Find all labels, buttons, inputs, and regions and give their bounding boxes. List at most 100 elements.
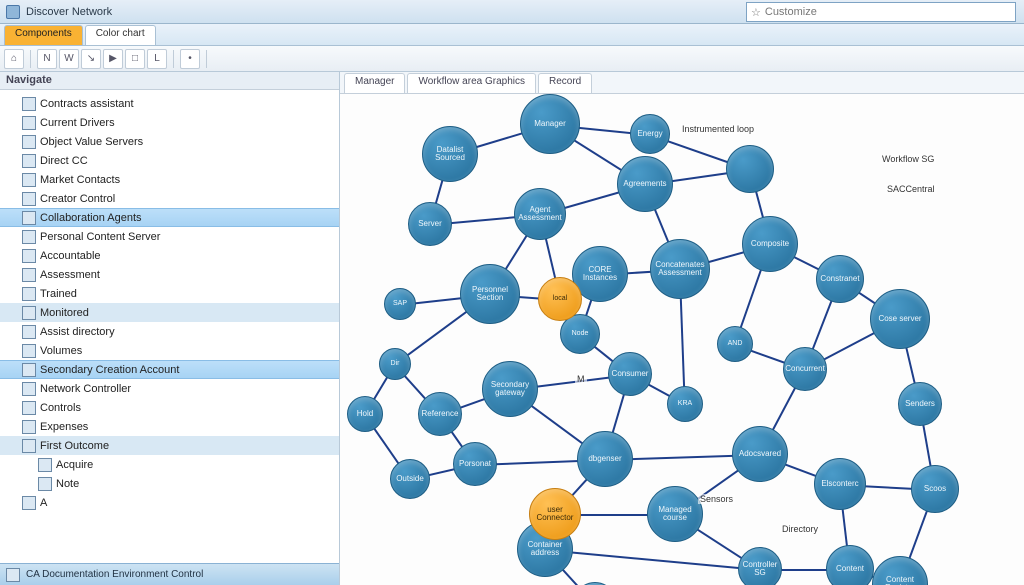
tree-item-icon: [22, 97, 36, 111]
graph-node[interactable]: Concurrent: [783, 347, 827, 391]
graph-node[interactable]: Personnel Section: [460, 264, 520, 324]
graph-node[interactable]: Content: [826, 545, 874, 585]
tree-item[interactable]: Direct CC: [0, 151, 339, 170]
tree-item[interactable]: Assist directory: [0, 322, 339, 341]
graph-node[interactable]: Composite: [742, 216, 798, 272]
tree-item[interactable]: Personal Content Server: [0, 227, 339, 246]
search-placeholder: Customize: [765, 6, 817, 18]
tree-item-label: Current Drivers: [40, 117, 115, 129]
graph-node[interactable]: [726, 145, 774, 193]
sidebar-header: Navigate: [0, 72, 339, 90]
graph-node[interactable]: Managed course: [647, 486, 703, 542]
tree-item[interactable]: Volumes: [0, 341, 339, 360]
tree-item[interactable]: Current Drivers: [0, 113, 339, 132]
tab-label: Components: [15, 28, 72, 39]
tool-home-icon[interactable]: ⌂: [4, 49, 24, 69]
graph-node-highlight[interactable]: local: [538, 277, 582, 321]
tool-rect-icon[interactable]: □: [125, 49, 145, 69]
graph-node[interactable]: Controller SG: [738, 547, 782, 585]
graph-node[interactable]: Reference: [418, 392, 462, 436]
tree-item[interactable]: Expenses: [0, 417, 339, 436]
graph-node[interactable]: Manager: [520, 94, 580, 154]
network-graph[interactable]: Datalist Sourced Manager Server Agent Asses…: [340, 94, 1024, 585]
tree-item[interactable]: Accountable: [0, 246, 339, 265]
tab-components[interactable]: Components: [4, 25, 83, 45]
tree-item[interactable]: Trained: [0, 284, 339, 303]
tree-item[interactable]: Note: [0, 474, 339, 493]
tree-item-icon: [22, 173, 36, 187]
tree-item-label: Network Controller: [40, 383, 131, 395]
toolbar-separator: [30, 50, 31, 68]
view-tab-strip: Manager Workflow area Graphics Record: [340, 72, 1024, 94]
graph-node[interactable]: KRA: [667, 386, 703, 422]
tree-item-label: Monitored: [40, 307, 89, 319]
tree-item[interactable]: Assessment: [0, 265, 339, 284]
tree-item-icon: [22, 268, 36, 282]
tree-item[interactable]: First Outcome: [0, 436, 339, 455]
graph-node[interactable]: Consumer: [608, 352, 652, 396]
tree-item-icon: [22, 363, 36, 377]
view-tab-manager[interactable]: Manager: [344, 73, 405, 93]
graph-node-highlight[interactable]: user Connector: [529, 488, 581, 540]
sidebar-footer-label: CA Documentation Environment Control: [26, 569, 203, 580]
graph-node[interactable]: SAP: [384, 288, 416, 320]
graph-node[interactable]: Energy: [630, 114, 670, 154]
graph-canvas-area: Manager Workflow area Graphics Record Da…: [340, 72, 1024, 585]
tree-item-label: Market Contacts: [40, 174, 120, 186]
graph-node[interactable]: Adocsvared: [732, 426, 788, 482]
tree-item[interactable]: Creator Control: [0, 189, 339, 208]
tree-item[interactable]: Monitored: [0, 303, 339, 322]
tree-item[interactable]: Acquire: [0, 455, 339, 474]
tree-item[interactable]: Contracts assistant: [0, 94, 339, 113]
sidebar-footer-bar[interactable]: CA Documentation Environment Control: [0, 563, 339, 585]
tab-color-chart[interactable]: Color chart: [85, 25, 156, 45]
graph-node[interactable]: Scoos: [911, 465, 959, 513]
graph-node[interactable]: Cose server: [870, 289, 930, 349]
graph-node[interactable]: Outside: [390, 459, 430, 499]
graph-node[interactable]: dbgenser: [577, 431, 633, 487]
graph-node[interactable]: Agent Assessment: [514, 188, 566, 240]
toolbar-separator: [173, 50, 174, 68]
tree-view[interactable]: Contracts assistant Current Drivers Object…: [0, 90, 339, 516]
tool-l[interactable]: L: [147, 49, 167, 69]
graph-node[interactable]: Porsonat: [453, 442, 497, 486]
tree-item-icon: [22, 287, 36, 301]
graph-node[interactable]: Server: [408, 202, 452, 246]
graph-node[interactable]: AND: [717, 326, 753, 362]
tree-item[interactable]: Controls: [0, 398, 339, 417]
tree-item-icon: [22, 420, 36, 434]
window-titlebar: Discover Network ☆ Customize: [0, 0, 1024, 24]
graph-free-label: Workflow SG: [880, 154, 936, 164]
tool-dot-icon[interactable]: •: [180, 49, 200, 69]
tree-item-label: Assist directory: [40, 326, 115, 338]
tree-item[interactable]: Collaboration Agents: [0, 208, 339, 227]
tree-item-label: Acquire: [56, 459, 93, 471]
tree-item[interactable]: Market Contacts: [0, 170, 339, 189]
graph-node[interactable]: Secondary gateway: [482, 361, 538, 417]
graph-node[interactable]: Constranet: [816, 255, 864, 303]
tool-play-icon[interactable]: ▶: [103, 49, 123, 69]
tree-item-icon: [38, 458, 52, 472]
tool-w[interactable]: W: [59, 49, 79, 69]
view-tab-record[interactable]: Record: [538, 73, 592, 93]
graph-node[interactable]: Elsconterc: [814, 458, 866, 510]
tool-arrow-icon[interactable]: ↘: [81, 49, 101, 69]
graph-node[interactable]: Hold: [347, 396, 383, 432]
graph-node[interactable]: Senders: [898, 382, 942, 426]
graph-node[interactable]: Datalist Sourced: [422, 126, 478, 182]
tree-item[interactable]: Object Value Servers: [0, 132, 339, 151]
graph-node[interactable]: Content Register: [872, 556, 928, 585]
graph-free-label: Directory: [780, 524, 820, 534]
tree-item[interactable]: Secondary Creation Account: [0, 360, 339, 379]
tree-item-label: Note: [56, 478, 79, 490]
tool-n[interactable]: N: [37, 49, 57, 69]
view-tab-workflow[interactable]: Workflow area Graphics: [407, 73, 536, 93]
tree-item-icon: [22, 306, 36, 320]
graph-node[interactable]: Dir: [379, 348, 411, 380]
main-toolbar: ⌂ N W ↘ ▶ □ L •: [0, 46, 1024, 72]
tree-item[interactable]: Network Controller: [0, 379, 339, 398]
search-input[interactable]: ☆ Customize: [746, 2, 1016, 22]
tree-item[interactable]: A: [0, 493, 339, 512]
graph-node[interactable]: Agreements: [617, 156, 673, 212]
graph-node[interactable]: Concatenates Assessment: [650, 239, 710, 299]
